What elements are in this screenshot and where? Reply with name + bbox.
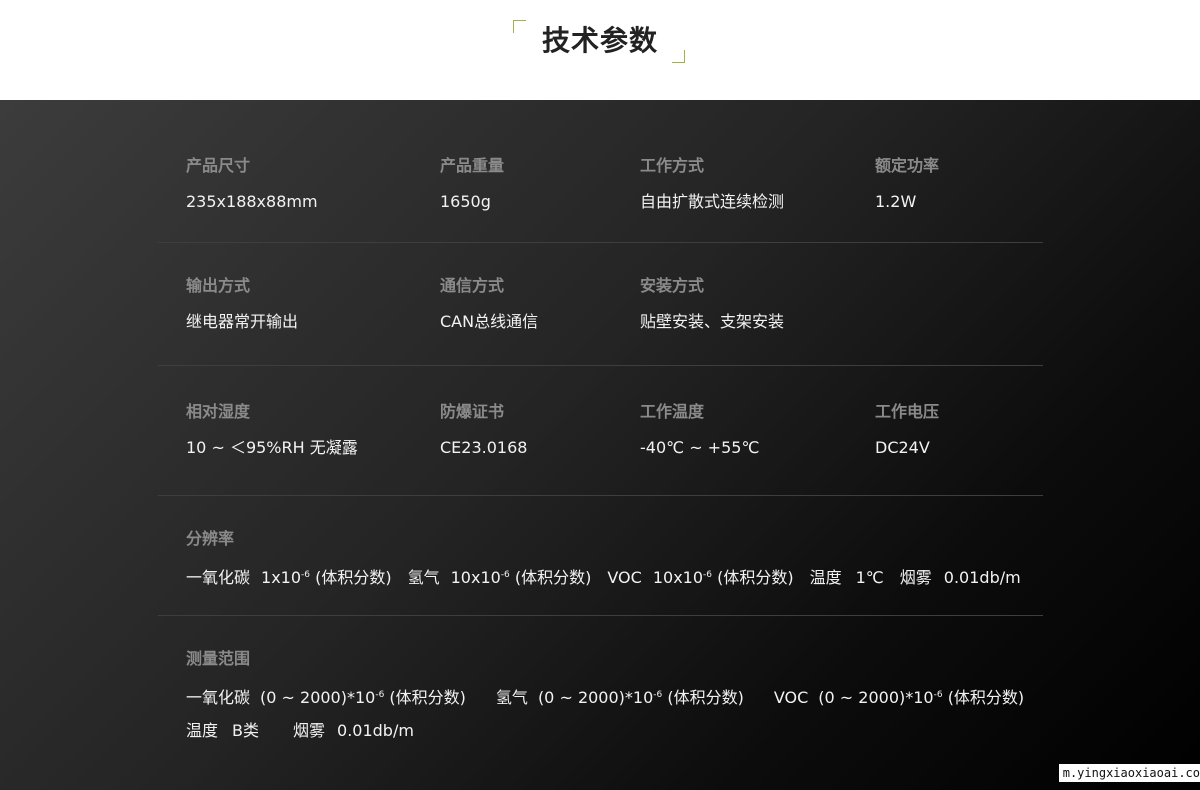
resolution-temp-name: 温度 [809,568,842,587]
spec-value-install: 贴壁安装、支架安装 [640,312,785,331]
range-h2-name: 氢气 [495,688,528,707]
range-h2-base: (0 ~ 2000)*10 [537,688,654,707]
spec-label-cert: 防爆证书 [440,402,505,421]
range-label: 测量范围 [186,649,251,668]
resolution-co-base: 1x10 [261,568,302,587]
title-corner-bottom-right [672,50,685,63]
spec-label-size: 产品尺寸 [186,156,251,175]
range-smoke-value: 0.01db/m [337,721,414,740]
spec-label-install: 安装方式 [640,276,705,295]
resolution-co-exp: -6 [301,570,311,580]
spec-label-mode: 工作方式 [640,156,705,175]
resolution-co-unit: (体积分数) [315,568,392,587]
divider [158,242,1043,243]
spec-label-power: 额定功率 [875,156,940,175]
watermark: m.yingxiaoxiaoai.co [1058,764,1200,782]
spec-value-output: 继电器常开输出 [186,312,299,331]
spec-label-temp: 工作温度 [640,402,705,421]
resolution-h2-exp: -6 [500,570,510,580]
resolution-label: 分辨率 [186,529,235,548]
resolution-voc-name: VOC [607,568,642,587]
range-co-exp: -6 [375,690,385,700]
resolution-co-name: 一氧化碳 [186,568,251,587]
resolution-temp-value: 1℃ [855,568,884,587]
spec-value-weight: 1650g [440,192,491,211]
range-voc-base: (0 ~ 2000)*10 [818,688,934,707]
range-co-name: 一氧化碳 [186,688,251,707]
spec-value-comm: CAN总线通信 [440,312,539,331]
divider [158,615,1043,616]
spec-value-humidity: 10 ~ ＜95%RH 无凝露 [186,438,358,457]
page-title: 技术参数 [541,24,658,57]
range-values-line1: 一氧化碳 (0 ~ 2000)*10-6 (体积分数) 氢气 (0 ~ 2000)*1… [186,684,1024,709]
resolution-smoke-value: 0.01db/m [943,568,1021,587]
range-co-unit: (体积分数) [389,688,466,707]
range-h2-unit: (体积分数) [667,688,744,707]
resolution-smoke-name: 烟雾 [899,568,932,587]
range-smoke-name: 烟雾 [293,721,326,740]
spec-value-temp: -40℃ ~ +55℃ [640,438,760,457]
resolution-voc-exp: -6 [703,570,712,580]
resolution-h2-base: 10x10 [450,568,501,587]
resolution-h2-unit: (体积分数) [514,568,592,587]
range-h2-exp: -6 [653,690,663,700]
divider [158,365,1043,366]
spec-label-comm: 通信方式 [440,276,505,295]
spec-label-weight: 产品重量 [440,156,505,175]
spec-label-voltage: 工作电压 [875,402,940,421]
spec-value-mode: 自由扩散式连续检测 [640,192,785,211]
header: 技术参数 [0,0,1200,100]
divider [158,495,1043,496]
spec-value-cert: CE23.0168 [440,438,528,457]
resolution-values: 一氧化碳 1x10-6 (体积分数) 氢气 10x10-6 (体积分数) VOC 10x1… [186,564,1021,589]
range-co-base: (0 ~ 2000)*10 [260,688,376,707]
resolution-voc-base: 10x10 [652,568,704,587]
range-voc-name: VOC [773,688,809,707]
spec-label-humidity: 相对湿度 [186,402,251,421]
spec-label-output: 输出方式 [186,276,251,295]
range-values-line2: 温度 B类 烟雾 0.01db/m [186,720,414,742]
spec-value-power: 1.2W [875,192,917,211]
range-voc-unit: (体积分数) [947,688,1025,707]
resolution-voc-unit: (体积分数) [717,568,794,587]
range-temp-value: B类 [232,721,259,740]
range-temp-name: 温度 [186,721,219,740]
spec-value-voltage: DC24V [875,438,930,457]
resolution-h2-name: 氢气 [407,568,440,587]
spec-panel: 产品尺寸 235x188x88mm 产品重量 1650g 工作方式 自由扩散式连… [0,100,1200,790]
spec-value-size: 235x188x88mm [186,192,318,211]
range-voc-exp: -6 [933,690,943,700]
